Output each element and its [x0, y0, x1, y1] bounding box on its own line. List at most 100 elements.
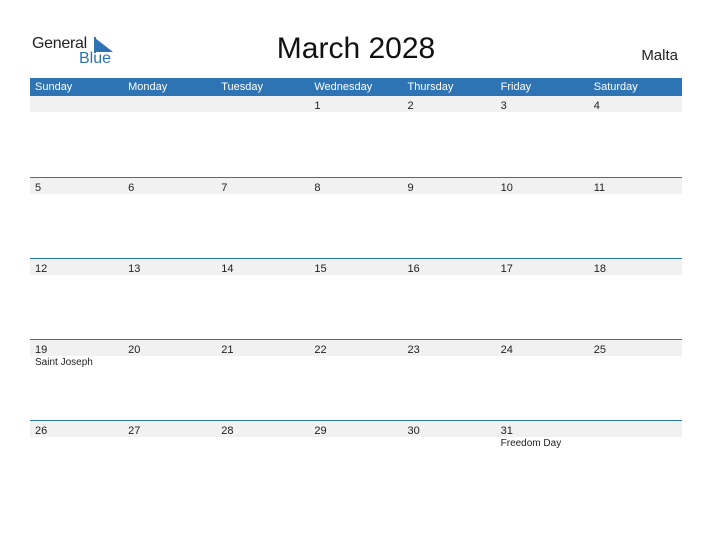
holiday-label: [30, 437, 123, 450]
week-row: 19 20 21 22 23 24 25 Saint Joseph: [30, 339, 682, 421]
day-number: 1: [314, 100, 321, 112]
day-number: 14: [221, 263, 234, 275]
day-cell: 21: [216, 340, 309, 356]
day-number: 24: [500, 344, 513, 356]
day-number-bar: 19 20 21 22 23 24 25: [30, 340, 682, 356]
day-cell: 15: [309, 259, 402, 275]
day-number: 2: [407, 100, 414, 112]
day-number-bar: 12 13 14 15 16 17 18: [30, 259, 682, 275]
holiday-label: [123, 356, 216, 369]
day-cell: 23: [403, 340, 496, 356]
day-cell: 3: [496, 96, 589, 112]
day-number-bar: 1 2 3 4: [30, 96, 682, 112]
day-cell: 1: [309, 96, 402, 112]
week-row: 1 2 3 4: [30, 96, 682, 177]
holiday-label: [589, 356, 682, 369]
day-cell: 27: [123, 421, 216, 437]
day-cell: 19: [30, 340, 123, 356]
day-cell: 13: [123, 259, 216, 275]
day-cell: 22: [309, 340, 402, 356]
day-number: 18: [593, 263, 606, 275]
holiday-label: [403, 356, 496, 369]
day-cell: 28: [216, 421, 309, 437]
weekday-tuesday: Tuesday: [221, 81, 264, 93]
weekday-sunday: Sunday: [35, 81, 73, 93]
weekday-saturday: Saturday: [593, 81, 638, 93]
day-cell: 5: [30, 178, 123, 194]
day-cell: 7: [216, 178, 309, 194]
day-cell: 17: [496, 259, 589, 275]
day-number: 27: [128, 425, 141, 437]
day-number: 17: [500, 263, 513, 275]
day-number: 30: [407, 425, 420, 437]
day-cell: 12: [30, 259, 123, 275]
day-number: 13: [128, 263, 141, 275]
weekday-thursday: Thursday: [407, 81, 454, 93]
day-cell: [123, 96, 216, 112]
day-number-bar: 26 27 28 29 30 31: [30, 421, 682, 437]
day-number: 7: [221, 182, 228, 194]
day-number: 22: [314, 344, 327, 356]
day-cell: 25: [589, 340, 682, 356]
day-cell: 24: [496, 340, 589, 356]
day-cell: 16: [403, 259, 496, 275]
day-cell: 2: [403, 96, 496, 112]
day-cell: 11: [589, 178, 682, 194]
day-number-bar: 5 6 7 8 9 10 11: [30, 178, 682, 194]
day-number: 11: [593, 182, 606, 194]
day-number: 19: [35, 344, 48, 356]
day-number: 9: [407, 182, 414, 194]
day-number: 12: [35, 263, 48, 275]
day-number: 16: [407, 263, 420, 275]
day-cell: 29: [309, 421, 402, 437]
holiday-label: [216, 437, 309, 450]
day-number: 29: [314, 425, 327, 437]
holiday-label: [496, 356, 589, 369]
holiday-label: [589, 437, 682, 450]
day-cell: 30: [403, 421, 496, 437]
day-cell: 31: [496, 421, 589, 437]
holiday-label: [309, 437, 402, 450]
day-number: 15: [314, 263, 327, 275]
day-cell: [216, 96, 309, 112]
day-number: 3: [500, 100, 507, 112]
day-cell: 9: [403, 178, 496, 194]
day-number: 10: [500, 182, 513, 194]
day-number: 28: [221, 425, 234, 437]
weekday-monday: Monday: [128, 81, 168, 93]
day-cell: [30, 96, 123, 112]
day-number: 23: [407, 344, 420, 356]
day-number: 4: [593, 100, 600, 112]
holiday-label: [123, 437, 216, 450]
day-cell: 20: [123, 340, 216, 356]
day-cell: 14: [216, 259, 309, 275]
day-number: 8: [314, 182, 321, 194]
week-row: 12 13 14 15 16 17 18: [30, 258, 682, 340]
day-number: 26: [35, 425, 48, 437]
day-number: 25: [593, 344, 606, 356]
calendar-title: March 2028: [276, 32, 436, 65]
day-number: 20: [128, 344, 141, 356]
day-cell: 8: [309, 178, 402, 194]
weekday-friday: Friday: [500, 81, 532, 93]
day-number: 31: [500, 425, 513, 437]
holiday-label: Freedom Day: [500, 438, 562, 449]
holiday-label: Saint Joseph: [35, 357, 93, 368]
events-row: Saint Joseph: [30, 356, 682, 369]
day-number: 6: [128, 182, 135, 194]
holiday-label: [216, 356, 309, 369]
weekday-wednesday: Wednesday: [314, 81, 373, 93]
week-row: 26 27 28 29 30 31 Freedom Day: [30, 420, 682, 502]
events-row: Freedom Day: [30, 437, 682, 450]
day-cell: 18: [589, 259, 682, 275]
day-cell: 26: [30, 421, 123, 437]
day-cell: 6: [123, 178, 216, 194]
day-cell: [589, 421, 682, 437]
day-number: 21: [221, 344, 234, 356]
holiday-label: [403, 437, 496, 450]
weekday-header: Sunday Monday Tuesday Wednesday Thursday…: [30, 78, 682, 96]
day-cell: 4: [589, 96, 682, 112]
day-number: 5: [35, 182, 42, 194]
country-label: Malta: [641, 47, 678, 64]
day-cell: 10: [496, 178, 589, 194]
